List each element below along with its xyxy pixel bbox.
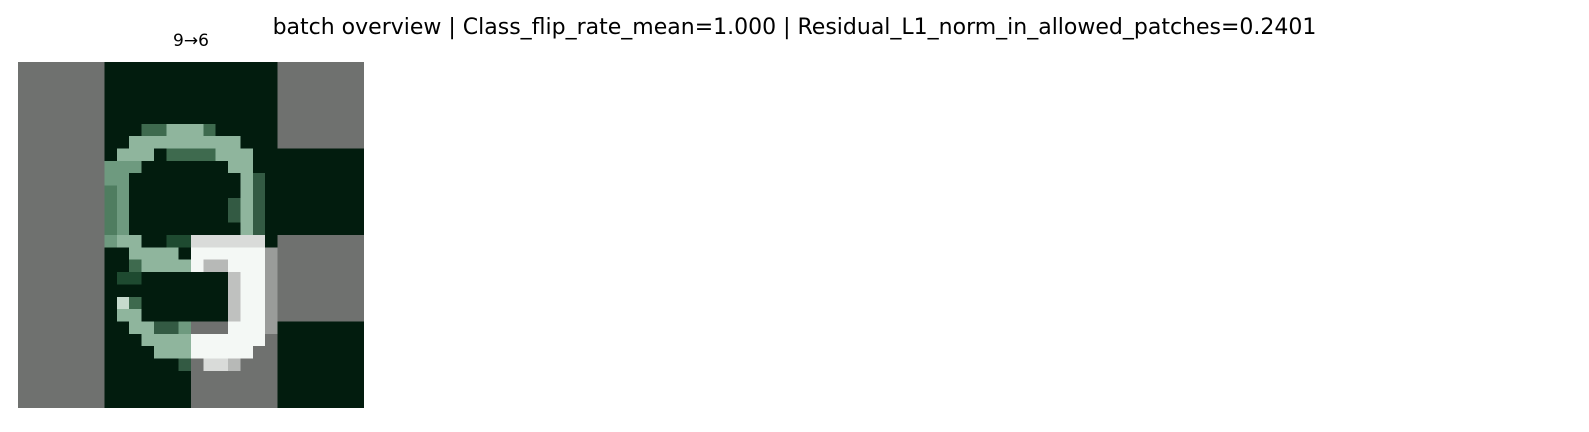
- masked-patch-column: [18, 62, 105, 408]
- masked-patch: [277, 235, 364, 322]
- panel-label-true-to-predicted: 9→6: [173, 31, 209, 51]
- masked-patch: [277, 62, 364, 149]
- figure-title: batch overview | Class_flip_rate_mean=1.…: [272, 15, 1317, 40]
- digit-image-panel: [18, 62, 364, 408]
